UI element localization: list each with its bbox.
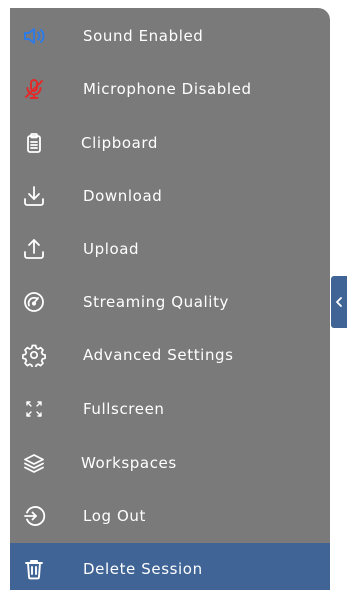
menu-item-workspaces[interactable]: Workspaces xyxy=(10,437,330,489)
menu-item-label: Microphone Disabled xyxy=(83,80,252,98)
menu-item-label: Delete Session xyxy=(83,560,203,578)
gauge-icon xyxy=(20,288,48,316)
microphone-off-icon xyxy=(20,75,48,103)
download-icon xyxy=(20,182,48,210)
streaming-session-menu: Sound Enabled Microphone Disabled Clipbo… xyxy=(0,0,347,590)
menu-item-label: Sound Enabled xyxy=(83,27,204,45)
session-menu-panel: Sound Enabled Microphone Disabled Clipbo… xyxy=(10,8,330,590)
menu-item-label: Workspaces xyxy=(81,454,177,472)
menu-item-label: Streaming Quality xyxy=(83,293,230,311)
layers-icon xyxy=(20,449,48,477)
menu-item-label: Clipboard xyxy=(81,134,159,152)
menu-item-download[interactable]: Download xyxy=(10,170,330,222)
gear-icon xyxy=(20,341,48,369)
logout-icon xyxy=(20,502,48,530)
menu-item-label: Advanced Settings xyxy=(83,346,234,364)
chevron-left-icon xyxy=(334,296,344,308)
menu-item-advanced-settings[interactable]: Advanced Settings xyxy=(10,329,330,381)
clipboard-icon xyxy=(20,129,48,157)
speaker-on-icon xyxy=(20,22,48,50)
menu-item-delete-session[interactable]: Delete Session xyxy=(10,543,330,590)
trash-icon xyxy=(20,555,48,583)
menu-item-sound[interactable]: Sound Enabled xyxy=(10,10,330,62)
menu-item-streaming-quality[interactable]: Streaming Quality xyxy=(10,276,330,328)
fullscreen-icon xyxy=(20,395,48,423)
menu-item-fullscreen[interactable]: Fullscreen xyxy=(10,383,330,435)
menu-item-clipboard[interactable]: Clipboard xyxy=(10,117,330,169)
menu-item-label: Upload xyxy=(83,240,140,258)
menu-item-label: Download xyxy=(83,187,163,205)
menu-item-label: Log Out xyxy=(83,507,146,525)
menu-item-label: Fullscreen xyxy=(83,400,165,418)
menu-item-upload[interactable]: Upload xyxy=(10,223,330,275)
menu-item-log-out[interactable]: Log Out xyxy=(10,490,330,542)
menu-item-microphone[interactable]: Microphone Disabled xyxy=(10,63,330,115)
upload-icon xyxy=(20,235,48,263)
collapse-menu-tab[interactable] xyxy=(331,276,347,328)
